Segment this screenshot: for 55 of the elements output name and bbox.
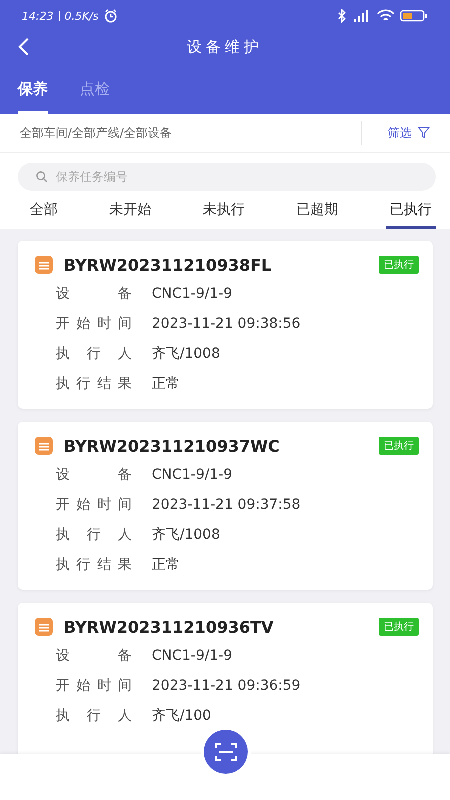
field-label: 设备 <box>56 466 132 484</box>
location-path[interactable]: 全部车间/全部产线/全部设备 <box>20 124 361 142</box>
field-label: 执行人 <box>56 526 132 544</box>
task-card[interactable]: BYRW202311210936TV 已执行 设备 CNC1-9/1-9 开始时间 2023-11-21 09:36:59 执行人 齐飞/100 <box>18 603 433 754</box>
battery-icon <box>400 9 428 23</box>
task-code: BYRW202311210936TV <box>64 618 274 636</box>
page-title: 设备维护 <box>187 38 263 56</box>
status-tab[interactable]: 未开始 <box>106 193 156 229</box>
task-card[interactable]: BYRW202311210938FL 已执行 设备 CNC1-9/1-9 开始时间 2023-11-21 09:38:56 执行人 齐飞/1008 执行结果 正常 <box>18 241 433 409</box>
field-value: CNC1-9/1-9 <box>152 648 232 664</box>
wifi-icon <box>377 9 395 23</box>
field-label: 执行结果 <box>56 556 132 574</box>
field-label: 开始时间 <box>56 315 132 333</box>
status-badge: 已执行 <box>379 437 419 455</box>
field-label: 执行人 <box>56 707 132 725</box>
status-time: 14:23 <box>22 10 54 22</box>
field-label: 设备 <box>56 285 132 303</box>
status-badge: 已执行 <box>379 256 419 274</box>
alarm-clock-icon <box>104 9 118 23</box>
status-tab[interactable]: 未执行 <box>199 193 249 229</box>
field-value: 齐飞/100 <box>152 707 212 725</box>
field-value: 2023-11-21 09:38:56 <box>152 316 301 332</box>
field-value: 齐飞/1008 <box>152 526 220 544</box>
field-value: 2023-11-21 09:36:59 <box>152 678 301 694</box>
status-tab[interactable]: 全部 <box>26 193 62 229</box>
status-tab[interactable]: 已执行 <box>386 193 436 229</box>
field-label: 执行人 <box>56 345 132 363</box>
field-value: 2023-11-21 09:37:58 <box>152 497 301 513</box>
field-value: CNC1-9/1-9 <box>152 467 232 483</box>
document-icon <box>34 617 54 637</box>
status-tab[interactable]: 已超期 <box>292 193 342 229</box>
field-value: 正常 <box>152 556 180 574</box>
scan-button[interactable] <box>204 730 248 774</box>
field-value: 正常 <box>152 375 180 393</box>
field-label: 开始时间 <box>56 496 132 514</box>
back-icon[interactable] <box>17 37 31 57</box>
status-badge: 已执行 <box>379 618 419 636</box>
field-label: 执行结果 <box>56 375 132 393</box>
task-code: BYRW202311210937WC <box>64 436 280 456</box>
filter-icon <box>418 127 430 139</box>
field-label: 设备 <box>56 647 132 665</box>
bluetooth-icon <box>337 9 347 23</box>
filter-button[interactable]: 筛选 <box>388 124 430 142</box>
scan-icon <box>214 741 238 763</box>
search-icon <box>36 171 48 183</box>
status-divider <box>58 11 60 21</box>
network-speed: 0.5K/s <box>64 10 99 22</box>
task-code: BYRW202311210938FL <box>64 256 272 274</box>
field-value: 齐飞/1008 <box>152 345 220 363</box>
document-icon <box>34 436 54 456</box>
document-icon <box>34 255 54 275</box>
field-label: 开始时间 <box>56 677 132 695</box>
field-value: CNC1-9/1-9 <box>152 286 232 302</box>
task-card[interactable]: BYRW202311210937WC 已执行 设备 CNC1-9/1-9 开始时间 2023-11-21 09:37:58 执行人 齐飞/1008 执行结果 正常 <box>18 422 433 590</box>
search-field[interactable]: 保养任务编号 <box>18 163 436 191</box>
